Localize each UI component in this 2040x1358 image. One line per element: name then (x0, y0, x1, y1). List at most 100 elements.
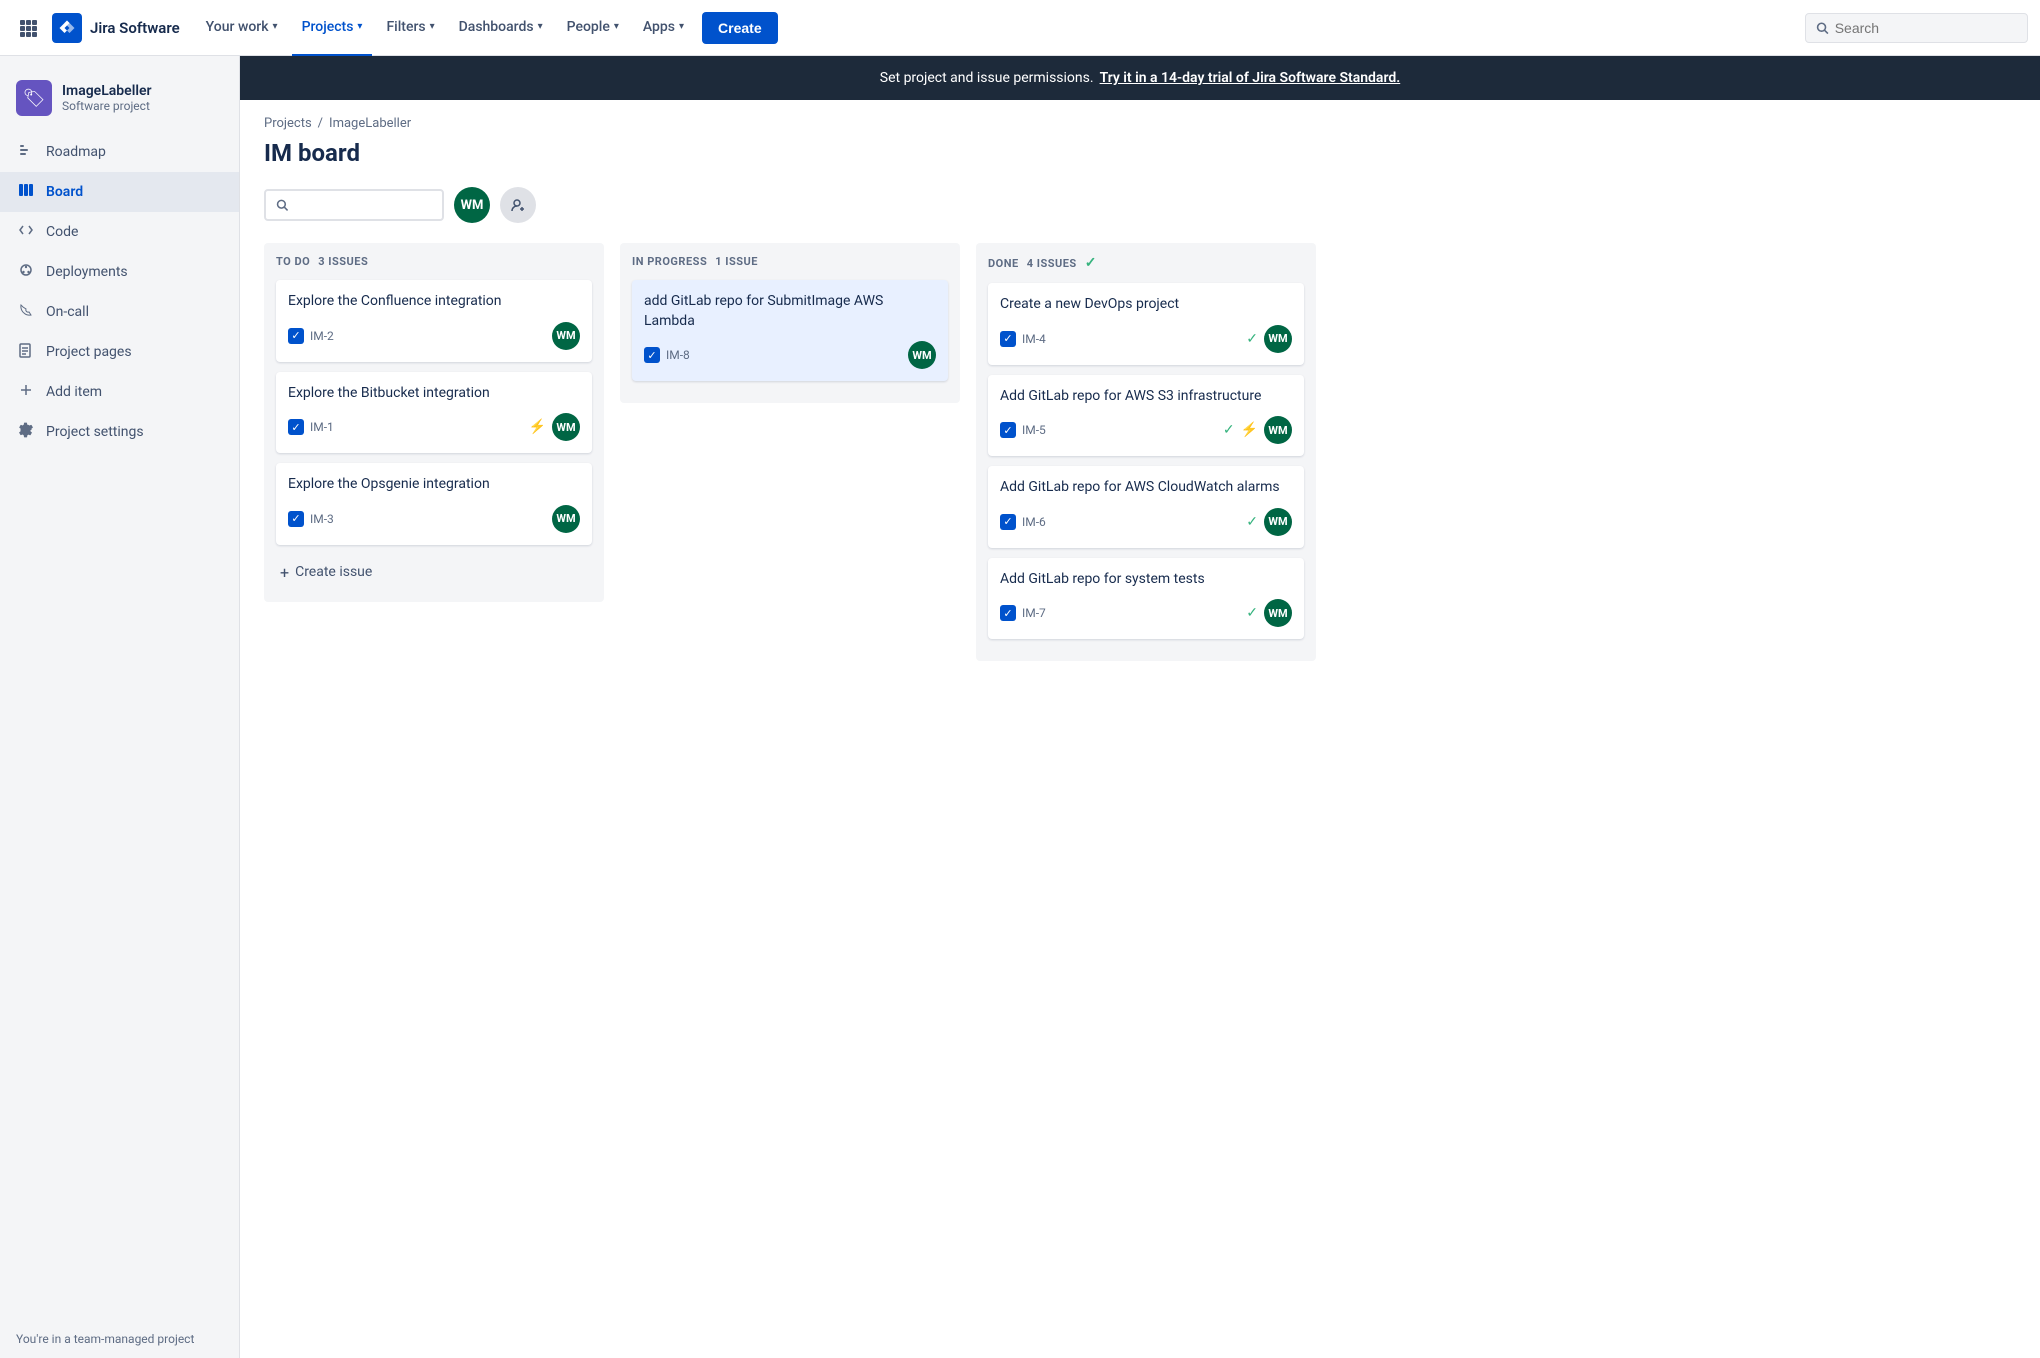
card-im4[interactable]: Create a new DevOps project ✓ IM-4 ✓ WM (988, 283, 1304, 365)
card-im2[interactable]: Explore the Confluence integration ✓ IM-… (276, 280, 592, 362)
card-im7-id: IM-7 (1022, 606, 1046, 620)
card-im6-checkbox: ✓ (1000, 514, 1016, 530)
plus-icon: + (280, 563, 289, 582)
page-content: Projects / ImageLabeller IM board WM (240, 100, 2040, 677)
column-done: DONE 4 ISSUES ✓ Create a new DevOps proj… (976, 243, 1316, 661)
sidebar-item-oncall[interactable]: On-call (0, 292, 239, 332)
card-im4-checkbox: ✓ (1000, 331, 1016, 347)
pages-icon (16, 342, 36, 362)
nav-your-work[interactable]: Your work ▾ (196, 0, 288, 56)
column-todo-header: TO DO 3 ISSUES (276, 255, 592, 268)
board-search[interactable] (264, 189, 444, 221)
chevron-down-icon: ▾ (538, 21, 543, 32)
card-im3[interactable]: Explore the Opsgenie integration ✓ IM-3 … (276, 463, 592, 545)
done-icon-im5: ✓ (1223, 422, 1235, 438)
nav-filters[interactable]: Filters ▾ (376, 0, 444, 56)
breadcrumb-projects[interactable]: Projects (264, 116, 312, 131)
done-icon-im7: ✓ (1246, 605, 1258, 621)
jira-logo-icon (52, 13, 82, 43)
card-im5-assignee: WM (1264, 416, 1292, 444)
sidebar-navigation: Roadmap Board Code Deploym (0, 132, 239, 452)
chevron-down-icon: ▾ (679, 21, 684, 32)
nav-apps[interactable]: Apps ▾ (633, 0, 694, 56)
nav-people[interactable]: People ▾ (557, 0, 629, 56)
chevron-down-icon: ▾ (273, 21, 278, 32)
card-im1[interactable]: Explore the Bitbucket integration ✓ IM-1… (276, 372, 592, 454)
card-im8-checkbox: ✓ (644, 347, 660, 363)
search-input[interactable] (1835, 20, 2017, 36)
page-title: IM board (264, 139, 2016, 167)
roadmap-icon (16, 142, 36, 162)
story-icon-im5: ⚡ (1241, 422, 1258, 438)
sidebar-footer: You're in a team-managed project (0, 1320, 239, 1358)
card-im2-checkbox: ✓ (288, 328, 304, 344)
column-inprogress: IN PROGRESS 1 ISSUE add GitLab repo for … (620, 243, 960, 403)
oncall-icon (16, 302, 36, 322)
chevron-down-icon: ▾ (357, 21, 362, 32)
person-add-icon (510, 197, 526, 213)
chevron-down-icon: ▾ (614, 21, 619, 32)
sidebar-item-code[interactable]: Code (0, 212, 239, 252)
logo-text: Jira Software (90, 19, 180, 37)
card-im2-title: Explore the Confluence integration (288, 292, 580, 312)
main-content: Set project and issue permissions. Try i… (240, 56, 2040, 1358)
card-im7-title: Add GitLab repo for system tests (1000, 570, 1292, 590)
logo[interactable]: Jira Software (52, 13, 180, 43)
settings-icon (16, 422, 36, 442)
sidebar-item-project-pages[interactable]: Project pages (0, 332, 239, 372)
nav-dashboards[interactable]: Dashboards ▾ (449, 0, 553, 56)
sidebar-item-deployments[interactable]: Deployments (0, 252, 239, 292)
board-search-icon (276, 198, 288, 212)
breadcrumb-current: ImageLabeller (329, 116, 411, 131)
card-im4-id: IM-4 (1022, 332, 1046, 346)
card-im8[interactable]: add GitLab repo for SubmitImage AWS Lamb… (632, 280, 948, 381)
card-im5[interactable]: Add GitLab repo for AWS S3 infrastructur… (988, 375, 1304, 457)
done-icon-im4: ✓ (1246, 331, 1258, 347)
sidebar-item-add-item[interactable]: Add item (0, 372, 239, 412)
card-im5-id: IM-5 (1022, 423, 1046, 437)
app-layout: 🏷 ImageLabeller Software project Roadmap… (0, 56, 2040, 1358)
add-icon (16, 382, 36, 402)
add-avatar-button[interactable] (500, 187, 536, 223)
board-toolbar: WM (264, 187, 2016, 223)
deployments-icon (16, 262, 36, 282)
chevron-down-icon: ▾ (430, 21, 435, 32)
card-im1-title: Explore the Bitbucket integration (288, 384, 580, 404)
card-im8-title: add GitLab repo for SubmitImage AWS Lamb… (644, 292, 936, 331)
topnav-right (1805, 13, 2028, 43)
card-im1-checkbox: ✓ (288, 419, 304, 435)
sidebar-item-roadmap[interactable]: Roadmap (0, 132, 239, 172)
global-search[interactable] (1805, 13, 2028, 43)
project-icon: 🏷 (16, 80, 52, 116)
sidebar-item-board[interactable]: Board (0, 172, 239, 212)
grid-menu-button[interactable] (12, 12, 44, 44)
card-im7[interactable]: Add GitLab repo for system tests ✓ IM-7 … (988, 558, 1304, 640)
top-navigation: Jira Software Your work ▾ Projects ▾ Fil… (0, 0, 2040, 56)
upgrade-link[interactable]: Try it in a 14-day trial of Jira Softwar… (1100, 70, 1401, 86)
card-im6[interactable]: Add GitLab repo for AWS CloudWatch alarm… (988, 466, 1304, 548)
sidebar-project: 🏷 ImageLabeller Software project (0, 72, 239, 132)
card-im1-id: IM-1 (310, 420, 334, 434)
create-issue-button[interactable]: + Create issue (276, 555, 592, 590)
card-im3-id: IM-3 (310, 512, 334, 526)
card-im6-id: IM-6 (1022, 515, 1046, 529)
card-im2-id: IM-2 (310, 329, 334, 343)
nav-projects[interactable]: Projects ▾ (292, 0, 373, 56)
upgrade-banner: Set project and issue permissions. Try i… (240, 56, 2040, 100)
project-name: ImageLabeller (62, 83, 152, 99)
create-button[interactable]: Create (702, 12, 778, 44)
card-im6-title: Add GitLab repo for AWS CloudWatch alarm… (1000, 478, 1292, 498)
card-im2-assignee: WM (552, 322, 580, 350)
column-todo: TO DO 3 ISSUES Explore the Confluence in… (264, 243, 604, 602)
card-im6-assignee: WM (1264, 508, 1292, 536)
sidebar-item-project-settings[interactable]: Project settings (0, 412, 239, 452)
done-icon-im6: ✓ (1246, 514, 1258, 530)
user-avatar-wm[interactable]: WM (454, 187, 490, 223)
sidebar: 🏷 ImageLabeller Software project Roadmap… (0, 56, 240, 1358)
board-icon (16, 182, 36, 202)
card-im3-checkbox: ✓ (288, 511, 304, 527)
card-im8-id: IM-8 (666, 348, 690, 362)
board-search-input[interactable] (294, 197, 432, 213)
project-type: Software project (62, 99, 152, 113)
card-im7-assignee: WM (1264, 599, 1292, 627)
